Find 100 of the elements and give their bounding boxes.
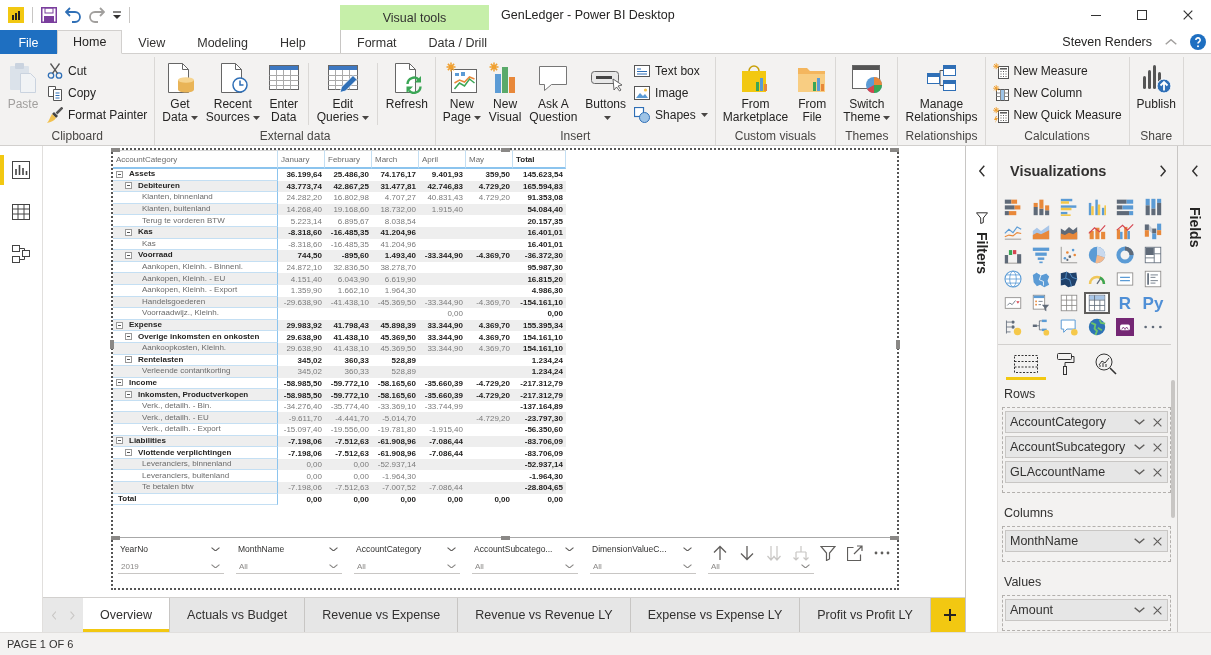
ribbon-button[interactable]: Enter Data [264, 60, 303, 124]
undo-icon[interactable] [65, 7, 81, 23]
matrix-value: 6.619,90 [372, 273, 419, 285]
minus-box-icon[interactable] [125, 356, 132, 364]
customize-caret-icon[interactable] [113, 11, 121, 19]
ribbon-button[interactable]: Ask A Question [526, 60, 581, 124]
ribbon-button[interactable]: Text box [631, 60, 711, 82]
chart-upload-icon [1140, 62, 1173, 94]
visual-type-button[interactable] [1084, 292, 1110, 314]
table-icon [1060, 294, 1078, 312]
minus-box-icon[interactable] [125, 182, 132, 190]
row-label: Te betalen btw [142, 482, 194, 493]
add-page-button[interactable] [930, 598, 965, 632]
ribbon-button[interactable]: Cut [44, 60, 151, 82]
save-icon[interactable] [41, 7, 57, 23]
ribbon-button[interactable]: Get Data [159, 60, 201, 124]
filter-icon[interactable] [820, 545, 836, 561]
field-pill[interactable]: GLAccountName [1005, 461, 1168, 483]
chevron-down-icon[interactable] [1134, 538, 1145, 544]
ribbon-button[interactable]: Image [631, 82, 711, 104]
minus-box-icon[interactable] [125, 228, 132, 236]
ribbon-button[interactable]: Shapes [631, 104, 711, 126]
minus-box-icon[interactable] [125, 391, 132, 399]
scrollbar-thumb[interactable] [1171, 380, 1175, 518]
ribbon-button[interactable]: Manage Relationships [902, 60, 981, 124]
field-well[interactable]: MonthName [1002, 526, 1171, 562]
minus-box-icon[interactable] [125, 449, 132, 457]
ribbon-tab[interactable]: Modeling [181, 30, 264, 54]
field-pill[interactable]: MonthName [1005, 530, 1168, 552]
field-pill[interactable]: Amount [1005, 599, 1168, 621]
chevron-down-icon[interactable] [1134, 607, 1145, 613]
close-icon[interactable] [1153, 467, 1162, 477]
chevron-right-icon[interactable] [1160, 164, 1166, 177]
close-icon[interactable] [1153, 605, 1162, 615]
user-name[interactable]: Steven Renders [1062, 34, 1152, 49]
pane-title: Visualizations [1010, 162, 1107, 179]
chevron-left-icon[interactable] [1191, 165, 1198, 177]
matrix-value: -9.611,70 [278, 412, 325, 425]
resize-handle[interactable] [501, 148, 510, 152]
resize-handle[interactable] [111, 536, 120, 540]
field-well[interactable]: AccountCategory AccountSubcategory GLAccountName [1002, 407, 1171, 493]
ribbon-tab[interactable]: Format [341, 30, 413, 54]
ribbon-button[interactable]: Format Painter [44, 104, 151, 126]
minus-box-icon[interactable] [116, 170, 123, 178]
matrix-value: -7.198,06 [278, 482, 325, 494]
chevron-down-icon[interactable] [1134, 419, 1145, 425]
file-menu-tab[interactable]: File [0, 30, 57, 54]
field-pill[interactable]: AccountCategory [1005, 411, 1168, 433]
minus-box-icon[interactable] [116, 379, 123, 387]
chevron-up-icon[interactable] [1165, 38, 1177, 45]
minus-box-icon[interactable] [125, 251, 132, 259]
resize-handle[interactable] [111, 148, 120, 152]
resize-handle[interactable] [890, 536, 899, 540]
close-icon[interactable] [1153, 442, 1162, 452]
ribbon-button[interactable]: New Page [439, 60, 484, 124]
focus-mode-icon[interactable] [847, 545, 863, 561]
chevron-down-icon[interactable] [1134, 469, 1145, 475]
ribbon-button[interactable]: From Marketplace [719, 60, 792, 124]
minus-box-icon[interactable] [116, 437, 123, 445]
arrow-down-icon[interactable] [739, 545, 755, 561]
close-icon[interactable] [1153, 417, 1162, 427]
ribbon-button[interactable]: From File [793, 60, 832, 124]
full-stacked-column-chart-icon [1144, 198, 1162, 216]
row-label: Assets [129, 169, 156, 180]
ribbon-button[interactable]: Publish [1133, 60, 1179, 111]
minus-box-icon[interactable] [116, 321, 123, 329]
pane-title[interactable]: Fields [1186, 207, 1203, 248]
ribbon-button[interactable]: Buttons [582, 60, 630, 124]
pane-title[interactable]: Filters [973, 232, 990, 274]
row-label: Handelsgoederen [142, 296, 206, 307]
ribbon-button[interactable]: Recent Sources [202, 60, 263, 124]
chevron-left-icon[interactable] [978, 165, 985, 177]
group-label: Insert [560, 129, 591, 144]
minus-box-icon[interactable] [125, 333, 132, 341]
ribbon-tab[interactable]: View [122, 30, 182, 54]
ribbon-tab[interactable]: Home [57, 30, 123, 54]
ribbon-button[interactable]: Switch Theme [840, 60, 894, 124]
ribbon-button[interactable]: Copy [44, 82, 151, 104]
row-label: Kas [142, 238, 156, 249]
ribbon-tab[interactable]: Data / Drill [412, 30, 503, 54]
resize-handle[interactable] [501, 536, 510, 540]
ribbon-button[interactable]: New Visual [485, 60, 525, 124]
resize-handle[interactable] [110, 340, 114, 349]
ribbon-button[interactable]: Refresh [382, 60, 431, 111]
help-icon[interactable] [1190, 33, 1206, 50]
ribbon-button[interactable]: New Quick Measure [989, 104, 1125, 126]
resize-handle[interactable] [890, 148, 899, 152]
ribbon-button[interactable]: Edit Queries [313, 60, 372, 124]
field-pill[interactable]: AccountSubcategory [1005, 436, 1168, 458]
resize-handle[interactable] [896, 340, 900, 349]
row-label: Klanten, buitenland [142, 204, 211, 215]
page-tab[interactable]: Overview [83, 598, 171, 632]
group-label: Relationships [905, 129, 978, 144]
ribbon-tab[interactable]: Help [263, 30, 322, 54]
arrow-up-icon[interactable] [712, 545, 728, 561]
ribbon-button[interactable]: New Column [989, 82, 1125, 104]
ribbon-button[interactable]: New Measure [989, 60, 1125, 82]
field-well[interactable]: Amount [1002, 595, 1171, 631]
chevron-down-icon[interactable] [1134, 444, 1145, 450]
close-icon[interactable] [1153, 536, 1162, 546]
